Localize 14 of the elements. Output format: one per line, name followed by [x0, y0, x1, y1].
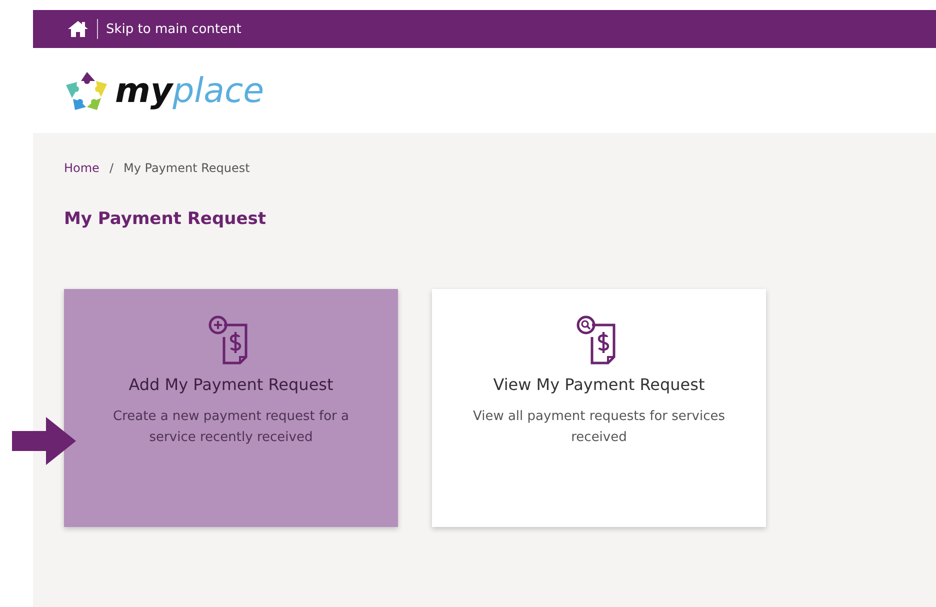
- card-description: View all payment requests for services received: [472, 408, 726, 447]
- breadcrumb-separator: /: [109, 161, 114, 175]
- current-page-label: My Payment Request: [123, 161, 250, 175]
- payment-request-card[interactable]: View My Payment Request View all payment requests for services received: [432, 289, 766, 527]
- skip-link[interactable]: Skip to main content: [106, 22, 242, 36]
- arrow-icon: [12, 417, 76, 465]
- breadcrumb-link[interactable]: Home: [64, 161, 100, 175]
- logo-wordmark: myplace: [115, 70, 264, 110]
- page-title: My Payment Request: [64, 209, 268, 229]
- home-icon[interactable]: [67, 20, 89, 38]
- card-description: Create a new payment request for a service recently received: [112, 408, 350, 447]
- card-title: View My Payment Request: [493, 375, 705, 394]
- card-title: Add My Payment Request: [128, 375, 334, 394]
- payment-request-card[interactable]: Add My Payment Request Create a new payment request for a service recently received: [64, 289, 398, 527]
